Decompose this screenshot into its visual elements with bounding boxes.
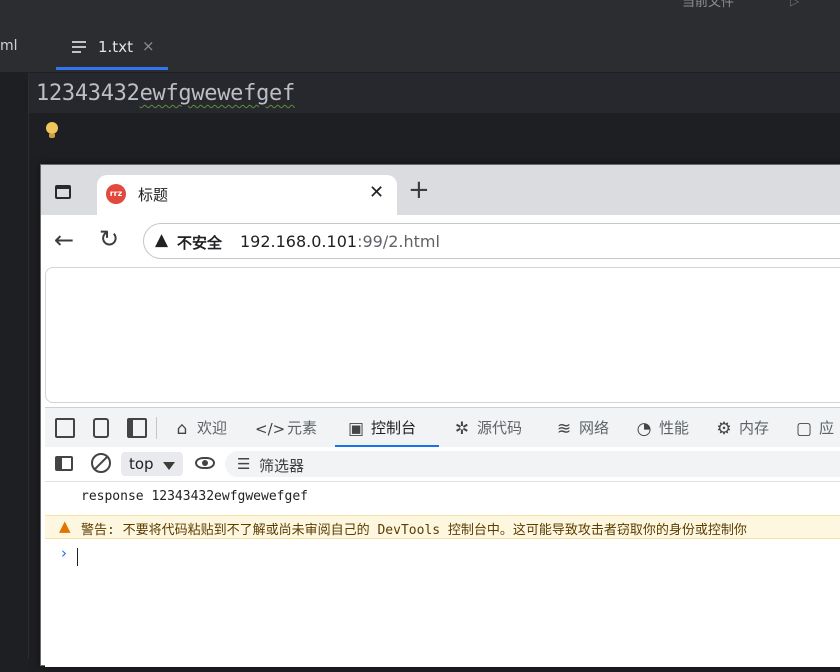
text-file-icon <box>72 41 86 56</box>
ide-tab-1txt[interactable]: 1.txt × <box>56 20 168 70</box>
close-icon[interactable]: × <box>142 37 155 55</box>
console-warning-row: ▲ 警告: 不要将代码粘贴到不了解或尚未审阅自己的 DevTools 控制台中。… <box>45 515 840 539</box>
console-output: response 12343432ewfgwewefgef ▲ 警告: 不要将代… <box>45 482 840 672</box>
tab-actions-icon[interactable] <box>55 185 71 199</box>
tab-elements[interactable]: </> 元素 <box>255 408 317 448</box>
live-expression-eye-icon[interactable] <box>195 457 215 469</box>
browser-tab[interactable]: rrz 标题 ✕ <box>97 175 397 215</box>
warning-text: 警告: 不要将代码粘贴到不了解或尚未审阅自己的 DevTools 控制台中。这可… <box>81 523 747 538</box>
console-sidebar-icon[interactable] <box>55 456 73 471</box>
url-path: :99/2.html <box>357 232 440 251</box>
home-icon: ⌂ <box>176 419 188 439</box>
console-prompt-icon: › <box>61 544 67 562</box>
tab-label: 内存 <box>739 419 770 437</box>
devtools-tab-bar: ⌂ 欢迎 </> 元素 ▣ 控制台 ✲ 源代码 ≋ 网络 ◔ 性能 ⚙ 内存 ▢ 应 <box>45 407 840 448</box>
gauge-icon: ◔ <box>636 419 652 439</box>
filter-input[interactable]: ☰ 筛选器 <box>225 451 840 477</box>
warning-icon[interactable]: ▲ <box>155 230 168 250</box>
new-tab-button[interactable]: + <box>408 177 430 203</box>
tab-welcome[interactable]: ⌂ 欢迎 <box>171 408 227 448</box>
url-host: 192.168.0.101 <box>240 232 358 251</box>
ide-tab-html[interactable]: ml <box>0 38 18 54</box>
ide-code-line[interactable]: 12343432ewfgwewefgef <box>36 81 295 106</box>
run-icon[interactable]: ▷ <box>790 0 799 8</box>
filter-icon: ☰ <box>237 455 251 473</box>
console-filter-bar: top ☰ 筛选器 <box>45 447 840 482</box>
tab-label: 应 <box>819 419 835 437</box>
chip-icon: ⚙ <box>716 419 732 439</box>
tab-console[interactable]: ▣ 控制台 <box>335 408 439 448</box>
ide-gutter <box>0 73 29 659</box>
page-viewport <box>45 267 840 403</box>
tab-label: 性能 <box>659 419 690 437</box>
reload-button[interactable]: ↻ <box>99 225 119 253</box>
inspect-icon[interactable] <box>55 418 75 438</box>
tab-memory[interactable]: ⚙ 内存 <box>713 408 769 448</box>
back-button[interactable]: ← <box>54 226 74 254</box>
sidebar-toggle-icon[interactable] <box>127 418 147 438</box>
warning-icon: ▲ <box>59 517 71 535</box>
tab-label: 欢迎 <box>197 419 228 437</box>
tab-label: 元素 <box>287 419 318 437</box>
ide-title-bar: 当前文件 ▷ <box>0 0 840 20</box>
tab-label: 源代码 <box>477 419 523 437</box>
window-icon: ▢ <box>795 419 813 439</box>
code-typo-word: ewfgwewefgef <box>139 81 296 106</box>
code-number: 12343432 <box>36 81 140 106</box>
tab-label: 控制台 <box>371 419 417 437</box>
tab-performance[interactable]: ◔ 性能 <box>633 408 689 448</box>
console-input-caret[interactable] <box>77 548 78 566</box>
tab-strip: rrz 标题 ✕ + <box>41 165 840 215</box>
browser-window: rrz 标题 ✕ + ← ↻ ▲ 不安全 192.168.0.101:99/2.… <box>40 164 840 667</box>
ide-tab-label: 1.txt <box>98 38 133 56</box>
chevron-down-icon <box>163 462 175 470</box>
not-secure-label[interactable]: 不安全 <box>177 232 222 253</box>
bug-icon: ✲ <box>454 419 470 439</box>
current-file-label[interactable]: 当前文件 <box>682 0 734 10</box>
favicon-icon: rrz <box>106 184 126 204</box>
url-text[interactable]: 192.168.0.101:99/2.html <box>240 232 440 251</box>
context-value: top <box>129 455 154 473</box>
browser-toolbar: ← ↻ ▲ 不安全 192.168.0.101:99/2.html <box>41 215 840 267</box>
tab-sources[interactable]: ✲ 源代码 <box>451 408 522 448</box>
devtools-panel: ⌂ 欢迎 </> 元素 ▣ 控制台 ✲ 源代码 ≋ 网络 ◔ 性能 ⚙ 内存 ▢ 应 <box>45 407 840 667</box>
toolbar-divider <box>156 417 157 439</box>
device-toolbar-icon[interactable] <box>93 418 109 438</box>
console-log-message[interactable]: response 12343432ewfgwewefgef <box>81 489 308 504</box>
wifi-icon: ≋ <box>556 419 572 439</box>
tab-label: 网络 <box>579 419 610 437</box>
context-selector[interactable]: top <box>121 452 183 476</box>
tab-application[interactable]: ▢ 应 <box>793 408 834 448</box>
clear-console-icon[interactable] <box>91 453 111 473</box>
code-brackets-icon: </> <box>255 420 286 438</box>
address-bar[interactable]: ▲ 不安全 192.168.0.101:99/2.html <box>143 223 840 259</box>
filter-placeholder: 筛选器 <box>259 457 305 475</box>
tab-title: 标题 <box>138 186 169 204</box>
tab-network[interactable]: ≋ 网络 <box>553 408 609 448</box>
lightbulb-icon[interactable] <box>46 122 58 138</box>
ide-tab-bar: ml 1.txt × <box>0 20 840 73</box>
console-icon: ▣ <box>347 419 365 439</box>
close-tab-icon[interactable]: ✕ <box>369 182 384 203</box>
